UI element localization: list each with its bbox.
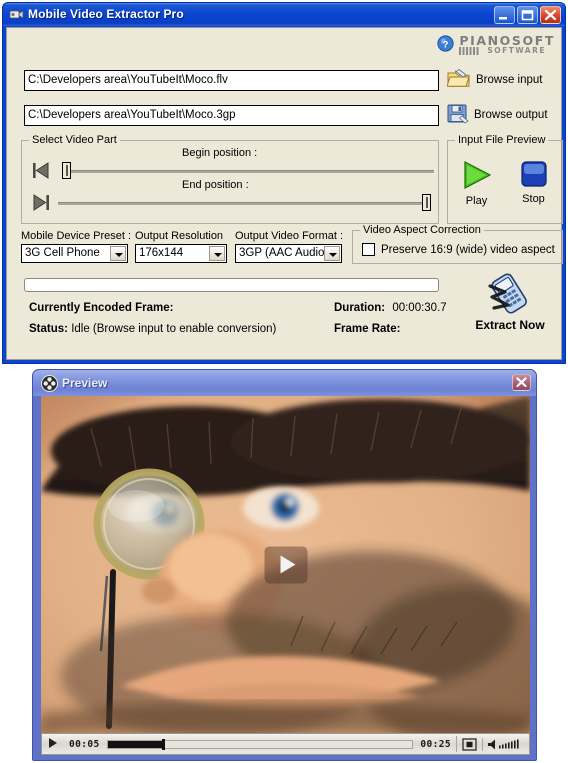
begin-position-thumb[interactable]	[62, 162, 71, 179]
extract-now-label: Extract Now	[475, 318, 545, 332]
help-icon[interactable]: ?	[437, 34, 454, 55]
skip-to-end-icon[interactable]	[31, 193, 51, 215]
player-seek-fill	[107, 740, 163, 748]
output-video-format-group: Output Video Format : 3GP (AAC Audio)	[235, 230, 344, 263]
frame-rate-row: Frame Rate:	[334, 323, 400, 335]
preserve-aspect-checkbox-row[interactable]: Preserve 16:9 (wide) video aspect	[362, 243, 555, 256]
status-value: Idle (Browse input to enable conversion)	[71, 323, 277, 335]
end-position-thumb[interactable]	[422, 194, 431, 211]
output-resolution-caption: Output Resolution	[135, 230, 224, 242]
fullscreen-icon	[462, 737, 477, 751]
begin-position-track[interactable]	[66, 170, 434, 173]
browse-input-label: Browse input	[476, 74, 543, 86]
brand-subtitle: SOFTWARE	[487, 46, 546, 56]
stop-icon	[519, 161, 549, 192]
preserve-aspect-checkbox[interactable]	[362, 243, 375, 256]
close-icon	[544, 9, 557, 21]
output-path-field[interactable]: C:\Developers area\YouTubeIt\Moco.3gp	[24, 105, 439, 126]
mobile-phone-icon	[484, 273, 536, 317]
open-folder-icon	[446, 68, 471, 92]
input-path-row: C:\Developers area\YouTubeIt\Moco.flv Br…	[7, 68, 561, 92]
brand-name: PIANOSOFT	[459, 33, 555, 48]
preview-close-button[interactable]	[512, 374, 531, 391]
skip-to-start-icon[interactable]	[31, 161, 51, 183]
input-file-preview-title: Input File Preview	[455, 134, 549, 146]
volume-icon	[488, 739, 519, 749]
select-video-part-group: Select Video Part Begin position : End p…	[21, 134, 439, 224]
status-key: Status:	[29, 323, 68, 335]
window-title: Mobile Video Extractor Pro	[28, 7, 184, 21]
player-total-time: 00:25	[420, 738, 451, 750]
window-client-area: ? PIANOSOFT SOFTWARE C:\Developers area\…	[6, 27, 563, 360]
status-row: Status: Idle (Browse input to enable con…	[29, 323, 276, 335]
begin-position-label: Begin position :	[182, 147, 258, 159]
player-control-bar: 00:05 00:25	[41, 733, 530, 755]
mobile-device-preset-value: 3G Cell Phone	[25, 247, 100, 259]
player-play-button[interactable]	[42, 738, 64, 751]
chevron-down-icon[interactable]	[209, 246, 225, 261]
minimize-icon	[499, 17, 507, 20]
chevron-down-icon[interactable]	[110, 246, 126, 261]
fullscreen-button[interactable]	[456, 736, 482, 752]
preview-title: Preview	[62, 376, 108, 390]
preview-window: Preview 00:05 00:25	[32, 369, 537, 761]
input-file-preview-group: Input File Preview Play Stop	[447, 134, 563, 224]
browse-input-button[interactable]: Browse input	[446, 68, 543, 92]
close-icon	[516, 377, 527, 388]
play-icon	[460, 161, 494, 194]
end-position-track[interactable]	[58, 202, 426, 205]
output-resolution-value: 176x144	[139, 247, 184, 259]
maximize-icon	[521, 10, 534, 21]
output-video-format-select[interactable]: 3GP (AAC Audio)	[235, 244, 342, 263]
main-window: Mobile Video Extractor Pro ? PIANOSOFT S…	[2, 2, 566, 364]
video-aspect-correction-group: Video Aspect Correction Preserve 16:9 (w…	[352, 224, 563, 264]
output-resolution-group: Output Resolution 176x144	[135, 230, 227, 263]
svg-text:?: ?	[443, 39, 449, 50]
mobile-device-preset-group: Mobile Device Preset : 3G Cell Phone	[21, 230, 132, 263]
select-video-part-title: Select Video Part	[29, 134, 120, 146]
duration-value: 00:00:30.7	[392, 302, 447, 314]
preview-stop-button[interactable]: Stop	[511, 159, 557, 207]
duration-row: Duration: 00:00:30.7	[334, 302, 447, 314]
close-button[interactable]	[540, 6, 561, 24]
browse-output-label: Browse output	[474, 109, 548, 121]
brand-logo: ? PIANOSOFT SOFTWARE	[437, 33, 555, 56]
video-display[interactable]	[41, 396, 530, 733]
player-current-time: 00:05	[69, 738, 100, 750]
app-video-icon	[9, 7, 24, 22]
brand-bars-icon	[459, 47, 479, 56]
preview-titlebar[interactable]: Preview	[33, 370, 536, 396]
film-reel-icon	[41, 375, 58, 392]
current-frame-key: Currently Encoded Frame:	[29, 302, 174, 314]
chevron-down-icon[interactable]	[324, 246, 340, 261]
current-frame-row: Currently Encoded Frame:	[29, 302, 173, 314]
frame-rate-key: Frame Rate:	[334, 323, 401, 335]
output-resolution-select[interactable]: 176x144	[135, 244, 227, 263]
output-video-format-caption: Output Video Format :	[235, 230, 344, 242]
preserve-aspect-label: Preserve 16:9 (wide) video aspect	[381, 243, 555, 256]
minimize-button[interactable]	[494, 6, 515, 24]
mobile-device-preset-caption: Mobile Device Preset :	[21, 230, 132, 242]
encode-progress-bar	[24, 278, 439, 292]
preview-play-button[interactable]: Play	[454, 159, 500, 207]
browse-output-button[interactable]: Browse output	[447, 103, 548, 127]
player-seek-handle[interactable]	[162, 738, 166, 750]
video-aspect-correction-title: Video Aspect Correction	[360, 224, 484, 236]
window-titlebar[interactable]: Mobile Video Extractor Pro	[3, 3, 565, 26]
maximize-button[interactable]	[517, 6, 538, 24]
play-overlay-button[interactable]	[264, 546, 307, 583]
player-seek-bar[interactable]	[106, 738, 414, 750]
duration-key: Duration:	[334, 302, 386, 314]
extract-now-button[interactable]: Extract Now	[462, 272, 558, 332]
preview-stop-label: Stop	[522, 193, 545, 205]
mobile-device-preset-select[interactable]: 3G Cell Phone	[21, 244, 128, 263]
output-path-row: C:\Developers area\YouTubeIt\Moco.3gp Br…	[7, 103, 561, 127]
end-position-label: End position :	[182, 179, 249, 191]
preview-play-label: Play	[465, 195, 488, 207]
save-floppy-icon	[447, 103, 469, 127]
output-video-format-value: 3GP (AAC Audio)	[239, 247, 329, 259]
input-path-field[interactable]: C:\Developers area\YouTubeIt\Moco.flv	[24, 70, 439, 91]
volume-control[interactable]	[482, 737, 529, 751]
